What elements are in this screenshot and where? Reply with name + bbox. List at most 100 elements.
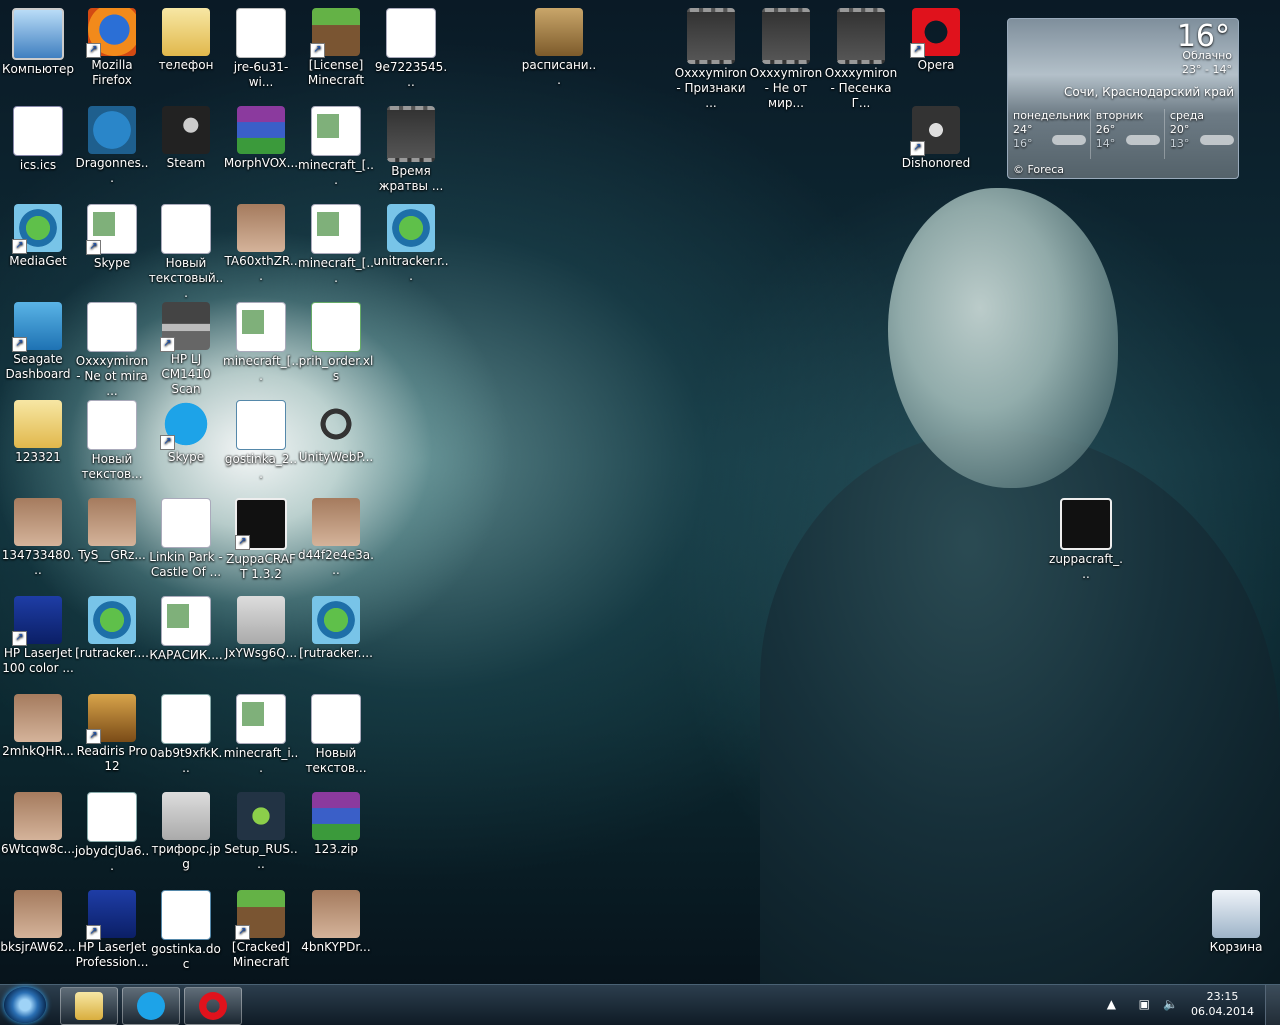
weather-city: Сочи, Краснодарский край: [1063, 85, 1234, 99]
minecraft-icon: ↗: [310, 8, 360, 58]
desktop-icon-video-oxxxymiron-3[interactable]: Oxxxymiron - Песенка Г...: [823, 8, 899, 111]
desktop-icon-text-file-3[interactable]: Новый текстов...: [298, 694, 374, 776]
desktop-icon-photo-4bnkypdr[interactable]: 4bnKYPDr...: [298, 890, 374, 955]
desktop-icon-readiris[interactable]: ↗ Readiris Pro 12: [74, 694, 150, 774]
weather-gadget[interactable]: 16° Облачно 23° - 14° Сочи, Краснодарски…: [1007, 18, 1239, 179]
window-icon: [311, 204, 361, 254]
desktop-icon-word-gostinka[interactable]: gostinka.doc: [148, 890, 224, 972]
desktop-icon-morphvox[interactable]: MorphVOX...: [223, 106, 299, 171]
video-icon: [387, 106, 435, 162]
desktop-icon-folder-123321[interactable]: 123321: [0, 400, 76, 465]
folder-icon: [162, 8, 210, 56]
desktop-icon-hp-laserjet-100[interactable]: ↗ HP LaserJet 100 color ...: [0, 596, 76, 676]
desktop-icon-text-file-1[interactable]: Новый текстовый...: [148, 204, 224, 301]
desktop-icon-photo-2mhkqhr[interactable]: 2mhkQHR...: [0, 694, 76, 759]
photo-icon: [14, 890, 62, 938]
desktop-icon-mediaget[interactable]: ↗ MediaGet: [0, 204, 76, 269]
desktop-icon-java[interactable]: jre-6u31-wi...: [223, 8, 299, 90]
hp-icon: ↗: [86, 890, 136, 940]
forecast-day: понедельник 24° 16°: [1008, 109, 1091, 159]
desktop-icon-mp3-linkin-park[interactable]: Linkin Park - Castle Of ...: [148, 498, 224, 580]
desktop-icon-dragonnes[interactable]: Dragonnes...: [74, 106, 150, 186]
desktop-icon-word-gostinka-2[interactable]: gostinka_2...: [223, 400, 299, 482]
photo-icon: [312, 890, 360, 938]
desktop-icon-zuppacraft-file[interactable]: zuppacraft_...: [1048, 498, 1124, 582]
taskbar-skype-button[interactable]: [122, 987, 180, 1025]
desktop-icon-unitracker[interactable]: unitracker.r...: [373, 204, 449, 284]
desktop-icon-excel-prih-order[interactable]: prih_order.xls: [298, 302, 374, 384]
start-button[interactable]: [4, 987, 46, 1023]
cloud-icon: [1200, 135, 1235, 145]
desktop-icon-photo-triforce[interactable]: трифорс.jpg: [148, 792, 224, 872]
desktop-icon-video-oxxxymiron-2[interactable]: Oxxxymiron - Не от мир...: [748, 8, 824, 111]
desktop-icon-setup-rus[interactable]: Setup_RUS....: [223, 792, 299, 872]
desktop-icon-text-file-2[interactable]: Новый текстов...: [74, 400, 150, 482]
photo-icon: [14, 792, 62, 840]
photo-icon: [237, 596, 285, 644]
desktop-icon-video-oxxxymiron-1[interactable]: Oxxxymiron - Признаки ...: [673, 8, 749, 111]
volume-icon[interactable]: 🔈: [1163, 997, 1178, 1011]
network-icon[interactable]: ▣: [1139, 997, 1150, 1011]
clock-time: 23:15: [1206, 990, 1239, 1003]
opera-icon: [199, 992, 227, 1020]
clock[interactable]: 23:15 06.04.2014: [1191, 989, 1254, 1019]
desktop-icon-photo-ta60xthzr[interactable]: TA60xthZR...: [223, 204, 299, 284]
desktop-icon-photo-jxywsg6q[interactable]: JxYWsg6Q...: [223, 596, 299, 661]
photo-icon: [161, 596, 211, 646]
desktop-icon-minecraft-license[interactable]: ↗ [License] Minecraft: [298, 8, 374, 88]
desktop-icon-firefox[interactable]: ↗ Mozilla Firefox: [74, 8, 150, 88]
taskbar-opera-button[interactable]: [184, 987, 242, 1025]
show-desktop-button[interactable]: [1265, 985, 1280, 1025]
desktop-icon-minecraft-i[interactable]: minecraft_i...: [223, 694, 299, 776]
desktop-icon-photo-tys-grz[interactable]: TyS__GRz...: [74, 498, 150, 563]
desktop-icon-skype-window[interactable]: ↗ Skype: [74, 204, 150, 271]
desktop-icon-unity[interactable]: UnityWebP...: [298, 400, 374, 465]
mp3-icon: [87, 302, 137, 352]
desktop-icon-hp-laserjet-pro[interactable]: ↗ HP LaserJet Profession...: [74, 890, 150, 970]
word-icon: [236, 400, 286, 450]
desktop-icon-computer[interactable]: Компьютер: [0, 8, 76, 77]
desktop-icon-screenshot-0ab9t9xfkk[interactable]: 0ab9t9xfkK...: [148, 694, 224, 776]
mediaget-icon: [88, 596, 136, 644]
desktop-icon-photo-bksjraw62[interactable]: bksjrAW62...: [0, 890, 76, 955]
desktop-icon-photo-134733480[interactable]: 134733480...: [0, 498, 76, 578]
desktop-icon-ics[interactable]: ics.ics: [0, 106, 76, 173]
desktop-icon-raspisanie[interactable]: расписани...: [521, 8, 597, 88]
desktop-icon-screenshot-jobydcjua6[interactable]: jobydcjUa6...: [74, 792, 150, 874]
taskbar-explorer-button[interactable]: [60, 987, 118, 1025]
desktop-icon-skype[interactable]: ↗ Skype: [148, 400, 224, 465]
desktop-icon-minecraft-2[interactable]: minecraft_[...: [298, 204, 374, 286]
desktop-icon-mp3-9e7223545[interactable]: 9e7223545...: [373, 8, 449, 90]
desktop-icon-opera[interactable]: ↗ Opera: [898, 8, 974, 73]
desktop-icon-steam[interactable]: Steam: [148, 106, 224, 171]
desktop-icon-rutracker-2[interactable]: [rutracker....: [298, 596, 374, 661]
weather-credit[interactable]: © Foreca: [1013, 163, 1064, 176]
photo-icon: [162, 792, 210, 840]
desktop-icon-photo-6wtcqw8c[interactable]: 6Wtcqw8c...: [0, 792, 76, 857]
desktop-icon-photo-karasik[interactable]: КАРАСИК....: [148, 596, 224, 663]
photo-icon: [14, 498, 62, 546]
desktop-icon-hp-scan[interactable]: ↗ HP LJ CM1410 Scan: [148, 302, 224, 397]
desktop-icon-recycle-bin[interactable]: Корзина: [1198, 890, 1274, 955]
desktop-icon-minecraft-cracked[interactable]: ↗ [Cracked] Minecraft: [223, 890, 299, 970]
show-hidden-icons-icon[interactable]: ▲: [1107, 997, 1116, 1011]
desktop-icon-mp3-oxxxymiron[interactable]: Oxxxymiron - Ne ot mira ...: [74, 302, 150, 399]
desktop-icon-folder-telefon[interactable]: телефон: [148, 8, 224, 73]
desktop-icon-dishonored[interactable]: ↗ Dishonored: [898, 106, 974, 171]
forecast-day-name: вторник: [1095, 109, 1144, 122]
desktop-icon-minecraft-3[interactable]: minecraft_[...: [223, 302, 299, 384]
desktop-icon-video-d44f2e4e3a[interactable]: d44f2e4e3a...: [298, 498, 374, 578]
desktop-icon-minecraft-1[interactable]: minecraft_[...: [298, 106, 374, 188]
mp3-icon: [386, 8, 436, 58]
desktop-icon-rutracker-1[interactable]: [rutracker....: [74, 596, 150, 661]
video-icon: [837, 8, 885, 64]
desktop-icon-video-vremya[interactable]: Время жратвы ...: [373, 106, 449, 194]
java-icon: [236, 8, 286, 58]
text-file-icon: [311, 694, 361, 744]
minecraft-icon: ↗: [235, 890, 285, 940]
desktop-icon-seagate[interactable]: ↗ Seagate Dashboard: [0, 302, 76, 382]
desktop-icon-zip-123[interactable]: 123.zip: [298, 792, 374, 857]
desktop: Компьютер ics.ics ↗ MediaGet ↗ Seagate Das…: [0, 0, 1280, 990]
desktop-icon-zuppacraft[interactable]: ↗ ZuppaCRAFT 1.3.2: [223, 498, 299, 582]
window-icon: [236, 694, 286, 744]
